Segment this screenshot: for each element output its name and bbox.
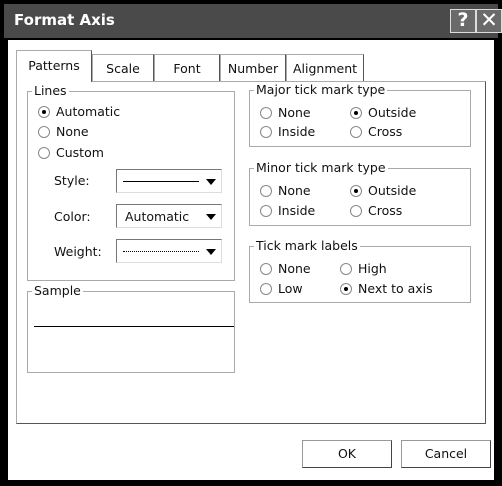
cancel-button[interactable]: Cancel — [401, 440, 491, 468]
lines-group: Lines Automatic None Custom Style: Color… — [27, 84, 235, 281]
lines-custom-label: Custom — [56, 145, 104, 160]
labels-high-radio[interactable]: High — [340, 261, 387, 277]
labels-none-radio[interactable]: None — [260, 261, 311, 277]
labels-none-label: None — [278, 261, 311, 276]
tab-number[interactable]: Number — [220, 54, 286, 81]
dropdown-arrow-icon[interactable] — [202, 171, 220, 191]
dialog-title: Format Axis — [14, 11, 115, 29]
tab-patterns[interactable]: Patterns — [16, 50, 92, 82]
radio-icon — [260, 263, 272, 275]
solid-line-swatch — [123, 181, 199, 182]
format-axis-dialog: Format Axis ? ✕ Patterns Scale Font Numb… — [0, 0, 502, 486]
major-cross-radio[interactable]: Cross — [350, 124, 402, 140]
tick-labels-group: Tick mark labels None High Low Next to a… — [249, 239, 471, 303]
radio-icon — [38, 126, 50, 138]
radio-icon — [38, 147, 50, 159]
major-tick-group-label: Major tick mark type — [254, 82, 388, 97]
radio-selected-icon — [38, 106, 50, 118]
lines-automatic-radio[interactable]: Automatic — [38, 104, 120, 120]
major-outside-label: Outside — [368, 105, 417, 120]
dropdown-arrow-icon[interactable] — [202, 241, 220, 261]
radio-icon — [260, 107, 272, 119]
color-select[interactable]: Automatic — [116, 204, 222, 228]
minor-cross-radio[interactable]: Cross — [350, 203, 402, 219]
major-outside-radio[interactable]: Outside — [350, 105, 416, 121]
radio-icon — [260, 205, 272, 217]
minor-tick-group: Minor tick mark type None Outside Inside… — [249, 161, 471, 226]
labels-next-to-axis-radio[interactable]: Next to axis — [340, 281, 433, 297]
style-select[interactable] — [116, 169, 222, 193]
minor-inside-radio[interactable]: Inside — [260, 203, 315, 219]
radio-selected-icon — [350, 185, 362, 197]
major-tick-group: Major tick mark type None Outside Inside… — [249, 83, 471, 147]
radio-icon — [340, 263, 352, 275]
ok-button[interactable]: OK — [302, 440, 392, 468]
minor-none-label: None — [278, 183, 311, 198]
minor-none-radio[interactable]: None — [260, 183, 311, 199]
minor-inside-label: Inside — [278, 203, 316, 218]
style-label: Style: — [54, 173, 90, 188]
radio-icon — [260, 126, 272, 138]
labels-low-radio[interactable]: Low — [260, 281, 303, 297]
minor-cross-label: Cross — [368, 203, 403, 218]
weight-select[interactable] — [116, 239, 222, 263]
help-button[interactable]: ? — [450, 9, 476, 33]
radio-selected-icon — [340, 283, 352, 295]
labels-low-label: Low — [278, 281, 303, 296]
major-cross-label: Cross — [368, 124, 403, 139]
dropdown-arrow-icon[interactable] — [202, 206, 220, 226]
tab-scale[interactable]: Scale — [92, 54, 154, 81]
radio-selected-icon — [350, 107, 362, 119]
thin-line-swatch — [123, 251, 199, 252]
major-none-label: None — [278, 105, 311, 120]
title-bar[interactable]: Format Axis ? ✕ — [4, 4, 502, 38]
color-value: Automatic — [125, 209, 190, 224]
sample-group-label: Sample — [32, 283, 83, 298]
minor-outside-label: Outside — [368, 183, 417, 198]
weight-label: Weight: — [54, 244, 102, 259]
tick-labels-group-label: Tick mark labels — [254, 238, 360, 253]
lines-automatic-label: Automatic — [56, 104, 121, 119]
color-label: Color: — [54, 209, 91, 224]
close-button[interactable]: ✕ — [476, 9, 502, 33]
major-inside-label: Inside — [278, 124, 316, 139]
sample-line-preview — [34, 326, 234, 327]
lines-custom-radio[interactable]: Custom — [38, 145, 104, 161]
dialog-body: Patterns Scale Font Number Alignment Lin… — [8, 40, 494, 480]
labels-next-to-axis-label: Next to axis — [358, 281, 433, 296]
radio-icon — [260, 185, 272, 197]
patterns-panel: Lines Automatic None Custom Style: Color… — [16, 81, 486, 424]
major-inside-radio[interactable]: Inside — [260, 124, 315, 140]
minor-outside-radio[interactable]: Outside — [350, 183, 416, 199]
radio-icon — [260, 283, 272, 295]
lines-none-label: None — [56, 124, 89, 139]
radio-icon — [350, 126, 362, 138]
tab-font[interactable]: Font — [154, 54, 220, 81]
lines-group-label: Lines — [32, 83, 69, 98]
major-none-radio[interactable]: None — [260, 105, 311, 121]
minor-tick-group-label: Minor tick mark type — [254, 160, 388, 175]
radio-icon — [350, 205, 362, 217]
labels-high-label: High — [358, 261, 387, 276]
tab-alignment[interactable]: Alignment — [286, 54, 364, 81]
lines-none-radio[interactable]: None — [38, 124, 89, 140]
sample-group: Sample — [27, 284, 235, 373]
